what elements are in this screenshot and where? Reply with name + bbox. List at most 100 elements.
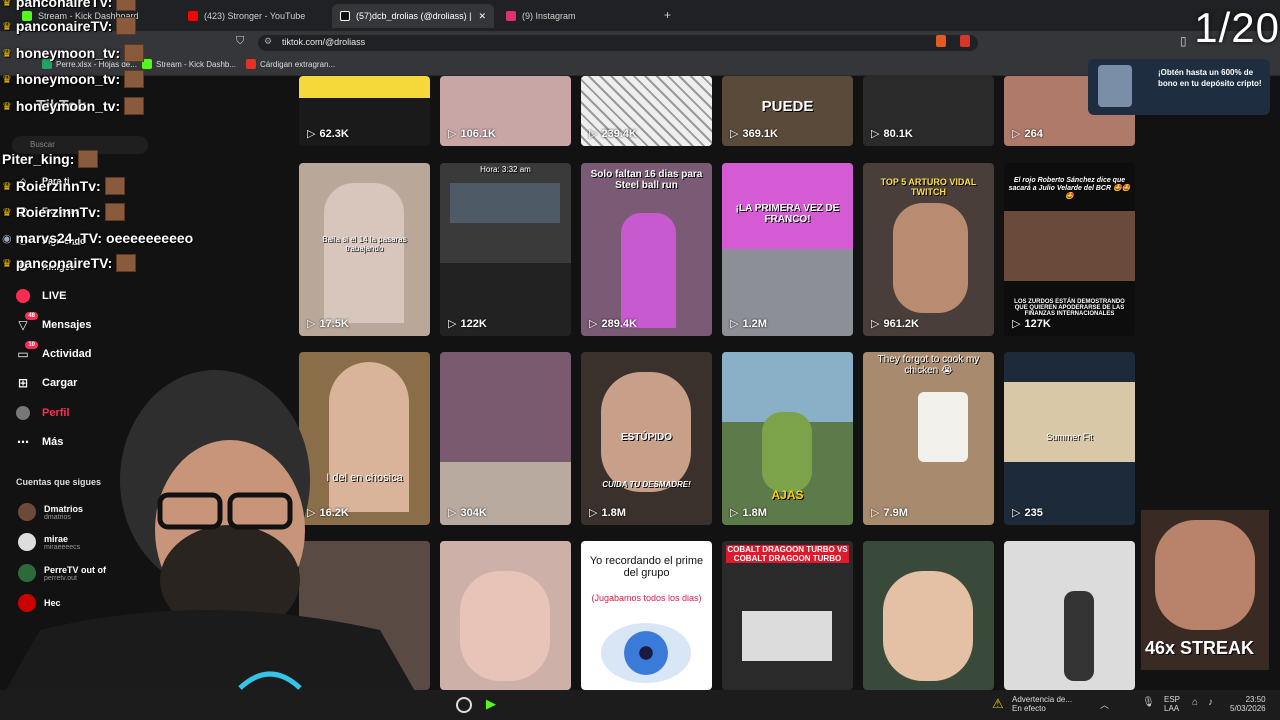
video-caption: Summer Fit: [1046, 432, 1093, 442]
video-tile[interactable]: [1004, 541, 1135, 690]
video-caption: CUIDA TU DESMADRE!: [602, 480, 691, 489]
notification-badge: 10: [25, 341, 38, 349]
message-icon: ▽ 48: [16, 312, 38, 332]
views-text: 961.2K: [883, 317, 919, 330]
thumbnail: [621, 213, 676, 328]
crown-icon: ♛: [2, 257, 12, 270]
view-count: ▷ 127K: [1012, 317, 1051, 331]
bookmark-icon[interactable]: ⛉: [236, 35, 244, 48]
sidebar-item-actividad[interactable]: ▭ 10 Actividad: [16, 341, 92, 361]
play-icon: ▷: [730, 507, 739, 519]
video-tile[interactable]: Baila si el 14 la pasaras trabajando ▷ 17…: [299, 163, 430, 336]
views-text: 127K: [1024, 317, 1051, 330]
video-tile[interactable]: COBALT DRAGOON TURBO VS COBALT DRAGOON T…: [722, 541, 853, 690]
video-tile[interactable]: TOP 5 ARTURO VIDAL TWITCH ▷ 961.2K: [863, 163, 994, 336]
language-indicator[interactable]: ESP LAA: [1164, 695, 1180, 713]
bookmark-item[interactable]: Cárdigan extragran...: [246, 59, 335, 69]
chat-message: ♛ honeymoon_tv:: [2, 70, 145, 88]
search-placeholder: Buscar: [30, 140, 55, 149]
close-tab-icon[interactable]: ✕: [478, 11, 486, 22]
volume-icon[interactable]: ♪: [1208, 697, 1213, 708]
video-tile[interactable]: ▷ 80.1K: [863, 76, 994, 146]
app-icon[interactable]: [456, 697, 472, 713]
thumbnail: [893, 203, 968, 313]
tab-tiktok[interactable]: (57)dcb_drolias (@droliass) | TikTok ✕: [332, 4, 494, 28]
views-text: 369.1K: [742, 127, 778, 140]
video-tile[interactable]: El rojo Roberto Sánchez dice que sacará …: [1004, 163, 1135, 336]
chat-message: Piter_king:: [2, 150, 99, 168]
play-icon: ▷: [1012, 507, 1021, 519]
notification-area[interactable]: Advertencia de... En efecto: [1012, 695, 1072, 713]
globe-icon: ◉: [2, 232, 12, 245]
tab-label: (57)dcb_drolias (@droliass) | TikTok: [356, 11, 472, 21]
video-tile[interactable]: They forgot to cook my chicken 😭 ▷ 7.9M: [863, 352, 994, 525]
crown-icon: ♛: [2, 73, 12, 86]
video-tile[interactable]: PUEDE ▷ 369.1K: [722, 76, 853, 146]
video-tile[interactable]: ▷ 62.3K: [299, 76, 430, 146]
rewards-icon[interactable]: [960, 35, 970, 47]
emote-icon: [124, 70, 145, 88]
sidebar-toggle-icon[interactable]: ▯: [1180, 34, 1187, 48]
play-icon: ▷: [1012, 318, 1021, 330]
emote-face: [1155, 520, 1255, 630]
video-tile[interactable]: Yo recordando el prime del grupo (Jugaba…: [581, 541, 712, 690]
video-tile[interactable]: ▷ 106.1K: [440, 76, 571, 146]
video-tile[interactable]: Solo faltan 16 dias para Steel ball run …: [581, 163, 712, 336]
promo-banner[interactable]: ¡Obtén hasta un 600% de bono en tu depós…: [1088, 59, 1270, 115]
tab-instagram[interactable]: (9) Instagram: [498, 4, 648, 28]
video-caption: They forgot to cook my chicken 😭: [877, 354, 980, 376]
views-text: 289.4K: [601, 317, 637, 330]
emote-icon: [104, 177, 125, 195]
warning-icon[interactable]: ⚠: [992, 696, 1004, 712]
tab-youtube[interactable]: (423) Stronger - YouTube: [180, 4, 328, 28]
network-icon[interactable]: ⌂: [1192, 697, 1198, 708]
streak-text: 46x STREAK: [1145, 638, 1255, 658]
emote-icon: [124, 44, 145, 62]
chat-username: RoierzinnTv:: [15, 204, 101, 220]
view-count: ▷ 62.3K: [307, 127, 349, 141]
play-app-icon[interactable]: ▶: [486, 696, 496, 712]
chat-username: panconaireTV:: [15, 255, 113, 271]
view-count: ▷ 289.4K: [589, 317, 637, 331]
video-tile[interactable]: [863, 541, 994, 690]
video-tile[interactable]: [440, 541, 571, 690]
streamer-shirt: [0, 610, 420, 700]
chat-username: marvs24_TV:: [15, 230, 103, 246]
sidebar-item-live[interactable]: LIVE: [16, 289, 66, 303]
new-tab-button[interactable]: +: [664, 8, 671, 22]
chat-message: ♛ panconaireTV:: [2, 254, 137, 272]
view-count: ▷ 7.9M: [871, 506, 908, 520]
nav-label: LIVE: [42, 290, 67, 302]
video-tile[interactable]: AJAS ▷ 1.8M: [722, 352, 853, 525]
video-caption: (Jugabamos todos los dias): [591, 593, 702, 603]
bookmark-item[interactable]: Stream - Kick Dashb...: [142, 59, 236, 69]
video-caption: ESTÚPIDO: [620, 432, 673, 443]
video-tile[interactable]: Summer Fit ▷ 235: [1004, 352, 1135, 525]
video-tile[interactable]: ESTÚPIDO CUIDA TU DESMADRE! ▷ 1.8M: [581, 352, 712, 525]
video-tile[interactable]: Hora: 3:32 am ▷ 122K: [440, 163, 571, 336]
video-caption: TOP 5 ARTURO VIDAL TWITCH: [880, 177, 977, 197]
emote-icon: [116, 17, 137, 35]
crown-icon: ♛: [2, 0, 12, 9]
chevron-up-icon[interactable]: ︿: [1100, 698, 1109, 711]
brave-shield-icon[interactable]: [936, 35, 946, 47]
sidebar-item-mensajes[interactable]: ▽ 48 Mensajes: [16, 312, 92, 332]
video-caption: PUEDE: [761, 98, 814, 115]
view-count: ▷ 122K: [448, 317, 487, 331]
video-tile[interactable]: ▷ 304K: [440, 352, 571, 525]
view-count: ▷ 17.5K: [307, 317, 349, 331]
site-info-icon[interactable]: ⚙: [264, 36, 272, 47]
clock[interactable]: 23:50 5/03/2026: [1230, 695, 1266, 713]
thumbnail: [1064, 591, 1094, 681]
unread-badge: 48: [25, 312, 38, 320]
video-caption: Hora: 3:32 am: [480, 165, 531, 174]
lang-text: ESP: [1164, 695, 1181, 704]
play-icon: ▷: [589, 318, 598, 330]
mic-icon[interactable]: 🎙: [1142, 697, 1155, 708]
url-text: tiktok.com/@droliass: [282, 37, 366, 47]
video-tile[interactable]: ¡LA PRIMERA VEZ DE FRANCO! ▷ 1.2M: [722, 163, 853, 336]
video-tile[interactable]: ▷ 239.4K: [581, 76, 712, 146]
thumbnail: [742, 611, 832, 661]
url-field[interactable]: ⚙ tiktok.com/@droliass: [258, 35, 978, 51]
thumbnail: [918, 392, 968, 462]
